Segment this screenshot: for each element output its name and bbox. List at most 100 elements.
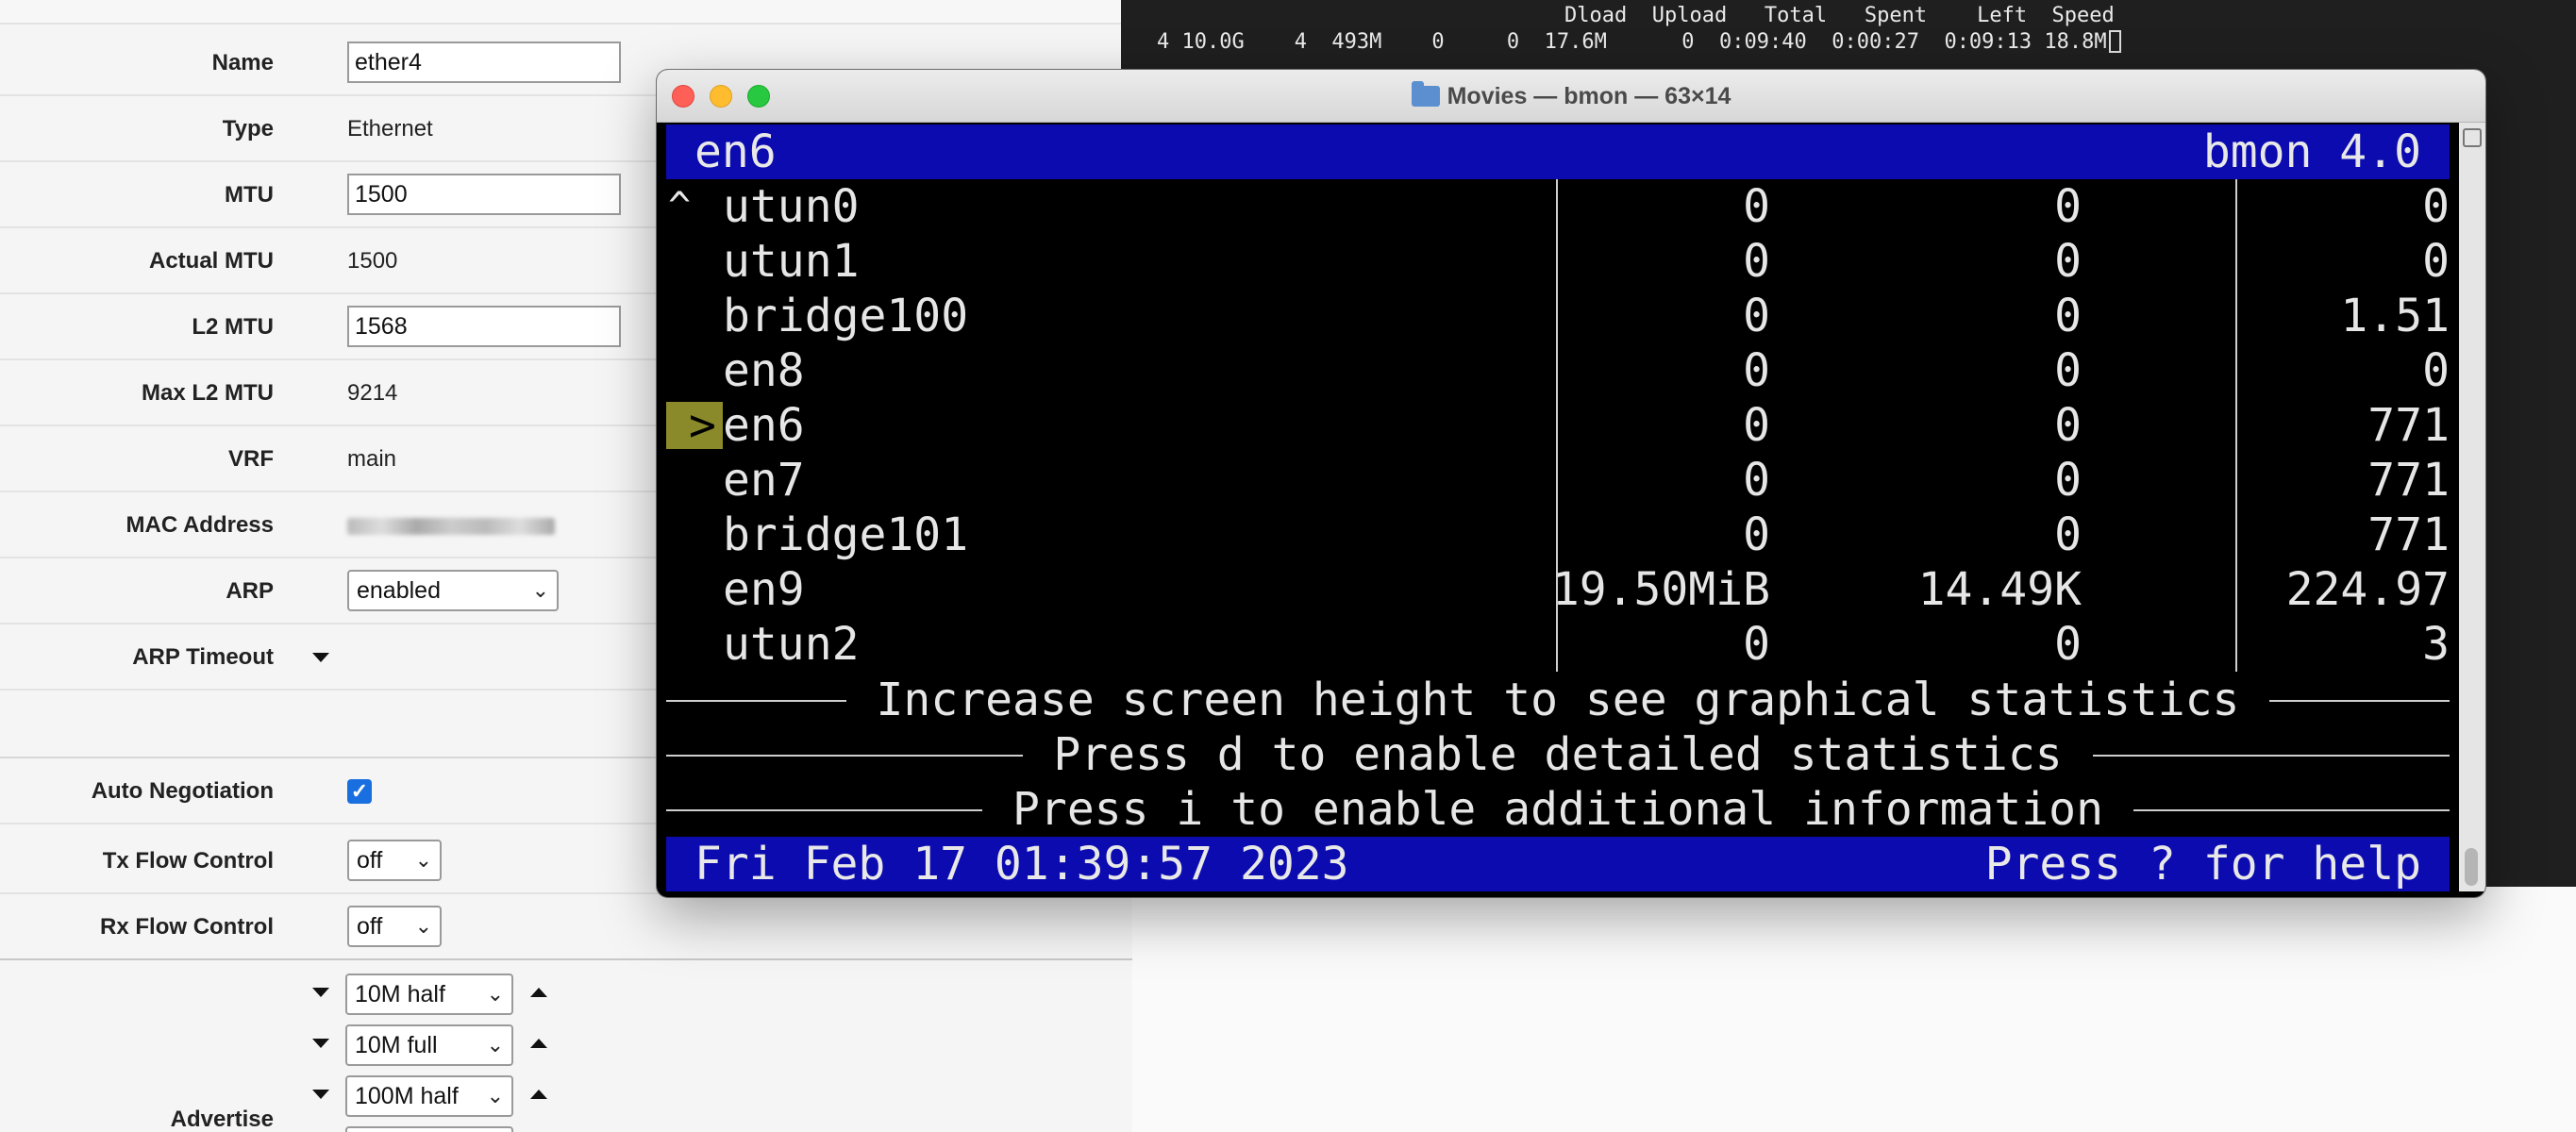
scroll-up-marker: ^ bbox=[668, 185, 692, 228]
interface-row[interactable]: ^ utun0 0 0 0 bbox=[666, 179, 2450, 234]
actual-mtu-label: Actual MTU bbox=[149, 248, 274, 274]
remove-option-icon[interactable] bbox=[312, 1090, 329, 1099]
tx-flow-control-label: Tx Flow Control bbox=[102, 848, 274, 874]
interface-rx-packets: 0 bbox=[2054, 235, 2082, 288]
name-input[interactable] bbox=[347, 42, 621, 83]
remove-option-icon[interactable] bbox=[312, 988, 329, 997]
interface-tx-value: 0 bbox=[2422, 235, 2450, 288]
advertise-select-1[interactable]: 10M half ⌄ bbox=[345, 974, 513, 1015]
bmon-version: bmon 4.0 bbox=[2202, 125, 2421, 178]
interface-row-selected[interactable]: > en6 0 0 771 bbox=[666, 398, 2450, 453]
interface-rx-value: 0 bbox=[1743, 454, 1770, 507]
add-option-icon[interactable] bbox=[530, 988, 547, 997]
text-cursor bbox=[2108, 30, 2121, 53]
interface-rx-packets: 0 bbox=[2054, 618, 2082, 671]
chevron-down-icon: ⌄ bbox=[486, 1033, 504, 1057]
add-option-icon[interactable] bbox=[530, 1039, 547, 1048]
interface-rx-packets: 0 bbox=[2054, 180, 2082, 233]
bmon-screen[interactable]: en6 bmon 4.0 ^ utun0 0 0 0 utun1 0 0 0 b… bbox=[666, 123, 2450, 891]
hint-detailed-text: Press d to enable detailed statistics bbox=[1023, 728, 2093, 781]
add-option-icon[interactable] bbox=[530, 1090, 547, 1099]
tx-flow-control-value: off bbox=[357, 847, 383, 874]
arp-select[interactable]: enabled ⌄ bbox=[347, 570, 559, 611]
interface-tx-value: 771 bbox=[2367, 454, 2450, 507]
type-label: Type bbox=[222, 116, 274, 142]
timestamp: Fri Feb 17 01:39:57 2023 bbox=[694, 838, 1349, 891]
hint-graphical-text: Increase screen height to see graphical … bbox=[845, 674, 2270, 726]
chevron-down-icon: ⌄ bbox=[414, 914, 432, 938]
expand-arp-timeout-icon[interactable] bbox=[312, 653, 329, 662]
chevron-down-icon: ⌄ bbox=[486, 982, 504, 1006]
interface-rx-packets: 14.49K bbox=[1917, 563, 2082, 616]
row-rx-flow-control: Rx Flow Control off ⌄ bbox=[0, 894, 1132, 960]
auto-negotiation-label: Auto Negotiation bbox=[91, 778, 274, 804]
arp-timeout-label: ARP Timeout bbox=[132, 644, 274, 670]
advertise-select-3[interactable]: 100M half ⌄ bbox=[345, 1075, 513, 1117]
advertise-select-2[interactable]: 10M full ⌄ bbox=[345, 1024, 513, 1066]
interface-rx-packets: 0 bbox=[2054, 290, 2082, 342]
actual-mtu-value: 1500 bbox=[347, 248, 398, 274]
window-title-text: Movies — bmon — 63×14 bbox=[1447, 83, 1731, 109]
mtu-input[interactable] bbox=[347, 174, 621, 215]
interface-tx-value: 224.97 bbox=[2285, 563, 2450, 616]
curl-progress-line: 4 10.0G 4 493M 0 0 17.6M 0 0:09:40 0:00:… bbox=[1157, 30, 2121, 54]
scroll-menu-icon[interactable] bbox=[2463, 128, 2482, 147]
interface-name: utun0 bbox=[723, 180, 860, 233]
hint-additional: Press i to enable additional information bbox=[666, 782, 2450, 837]
curl-progress-values: 4 10.0G 4 493M 0 0 17.6M 0 0:09:40 0:00:… bbox=[1157, 30, 2107, 54]
interface-name: en8 bbox=[723, 344, 805, 397]
mac-address-blurred bbox=[347, 518, 555, 535]
chevron-down-icon: ⌄ bbox=[486, 1084, 504, 1107]
rx-flow-control-select[interactable]: off ⌄ bbox=[347, 906, 442, 947]
mtu-label: MTU bbox=[225, 182, 274, 208]
bmon-footer-bar: Fri Feb 17 01:39:57 2023 Press ? for hel… bbox=[666, 837, 2450, 891]
interface-row[interactable]: bridge100 0 0 1.51 bbox=[666, 289, 2450, 343]
interface-row[interactable]: en7 0 0 771 bbox=[666, 453, 2450, 508]
interface-rx-packets: 0 bbox=[2054, 508, 2082, 561]
hint-detailed: Press d to enable detailed statistics bbox=[666, 727, 2450, 782]
max-l2-mtu-label: Max L2 MTU bbox=[141, 380, 274, 406]
l2-mtu-input[interactable] bbox=[347, 306, 621, 347]
interface-tx-value: 771 bbox=[2367, 399, 2450, 452]
interface-tx-value: 3 bbox=[2422, 618, 2450, 671]
interface-rx-value: 0 bbox=[1743, 508, 1770, 561]
interface-tx-value: 1.51 bbox=[2340, 290, 2450, 342]
interface-row[interactable]: utun2 0 0 3 bbox=[666, 617, 2450, 672]
folder-icon bbox=[1411, 81, 1440, 107]
interface-row[interactable]: utun1 0 0 0 bbox=[666, 234, 2450, 289]
hint-additional-text: Press i to enable additional information bbox=[982, 783, 2133, 836]
interface-name: en7 bbox=[723, 454, 805, 507]
scrollbar-thumb[interactable] bbox=[2465, 848, 2478, 886]
chevron-down-icon: ⌄ bbox=[414, 848, 432, 872]
interface-rx-value: 0 bbox=[1743, 180, 1770, 233]
interface-row[interactable]: en9 19.50MiB 14.49K 224.97 bbox=[666, 562, 2450, 617]
interface-name: bridge100 bbox=[723, 290, 969, 342]
advertise-select-4[interactable] bbox=[345, 1126, 513, 1132]
selected-marker: > bbox=[689, 399, 716, 452]
form-top-divider bbox=[0, 0, 1132, 25]
terminal-window[interactable]: Movies — bmon — 63×14 en6 bmon 4.0 ^ utu… bbox=[657, 70, 2485, 897]
interface-name: en9 bbox=[723, 563, 805, 616]
advertise-label: Advertise bbox=[170, 1107, 274, 1132]
interface-rx-packets: 0 bbox=[2054, 399, 2082, 452]
interface-row[interactable]: en8 0 0 0 bbox=[666, 343, 2450, 398]
window-scrollbar[interactable] bbox=[2459, 123, 2485, 891]
advertise-option-3-value: 100M half bbox=[355, 1083, 459, 1109]
help-hint: Press ? for help bbox=[1984, 838, 2421, 891]
l2-mtu-label: L2 MTU bbox=[192, 314, 274, 340]
name-label: Name bbox=[211, 50, 274, 75]
interface-tx-value: 771 bbox=[2367, 508, 2450, 561]
tx-flow-control-select[interactable]: off ⌄ bbox=[347, 840, 442, 881]
arp-select-value: enabled bbox=[357, 577, 441, 604]
window-title: Movies — bmon — 63×14 bbox=[657, 70, 2485, 123]
interface-row[interactable]: bridge101 0 0 771 bbox=[666, 508, 2450, 562]
remove-option-icon[interactable] bbox=[312, 1039, 329, 1048]
interface-rx-value: 0 bbox=[1743, 618, 1770, 671]
auto-negotiation-checkbox[interactable]: ✓ bbox=[347, 779, 372, 804]
interface-rx-value: 19.50MiB bbox=[1551, 563, 1770, 616]
interface-rx-packets: 0 bbox=[2054, 454, 2082, 507]
advertise-option-2-value: 10M full bbox=[355, 1032, 438, 1058]
hint-graphical: Increase screen height to see graphical … bbox=[666, 673, 2450, 727]
window-titlebar[interactable]: Movies — bmon — 63×14 bbox=[657, 70, 2485, 123]
current-interface: en6 bbox=[694, 125, 777, 178]
